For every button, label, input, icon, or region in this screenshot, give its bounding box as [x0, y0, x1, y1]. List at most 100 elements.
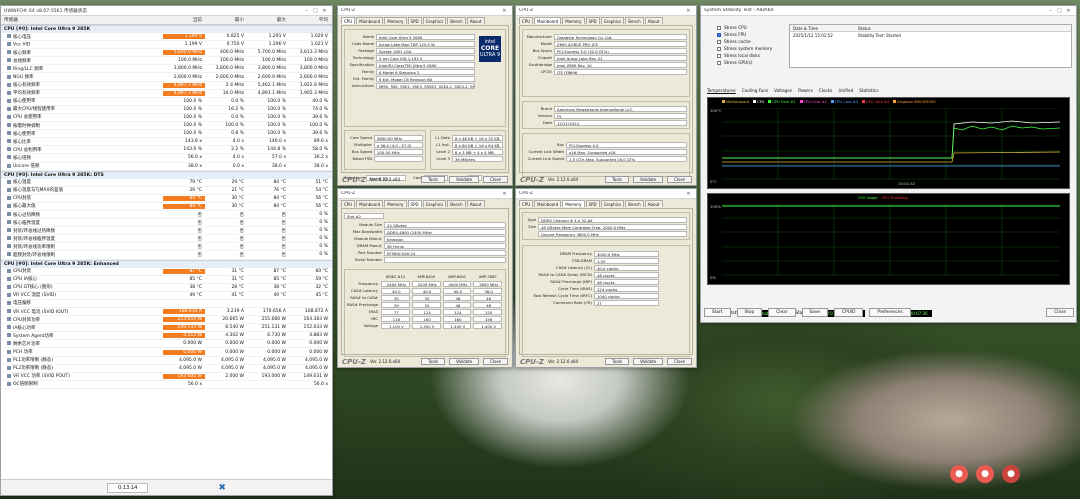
close-button[interactable]: Close: [1046, 307, 1074, 317]
sensor-section-header[interactable]: CPU [#0]: Intel Core Ultra 9 285K: DTS: [1, 170, 332, 179]
tab-spd[interactable]: SPD: [407, 17, 422, 24]
sensor-section-header[interactable]: CPU [#0]: Intel Core Ultra 9 285K: Enhan…: [1, 259, 332, 268]
tab-memory[interactable]: Memory: [562, 17, 585, 24]
sensor-row[interactable]: 核心临界温度 否 否 否 0 %: [1, 219, 332, 228]
legend-item[interactable]: CPU: [753, 100, 764, 104]
legend-item[interactable]: CPU Core #1: [768, 100, 796, 104]
sensor-row[interactable]: 最大CPU/线程使用率 100.0 % 16.2 % 100.0 % 74.0 %: [1, 106, 332, 114]
sensor-row[interactable]: CPU IA核心 85 °C 31 °C 85 °C 59 °C: [1, 276, 332, 284]
validate-button[interactable]: Validate: [448, 358, 480, 365]
stress-option[interactable]: Stress system memory: [717, 45, 787, 52]
tab-spd[interactable]: SPD: [407, 200, 422, 207]
tab-bench[interactable]: Bench: [625, 17, 644, 24]
close-icon[interactable]: ✕: [320, 8, 329, 14]
sensor-section-header[interactable]: CPU [#0]: Intel Core Ultra 9 285K: [1, 25, 332, 33]
legend-checkbox[interactable]: [753, 100, 757, 103]
sensor-row[interactable]: PL2功率限制 (静态) 4,095.0 W 4,095.0 W 4,095.0 W 4…: [1, 365, 332, 373]
column-sensor[interactable]: 传感器: [1, 17, 163, 23]
legend-item[interactable]: Motherboard: [722, 100, 749, 104]
reset-icon[interactable]: ✖: [218, 483, 226, 493]
sensor-row[interactable]: 核心比率 143.6 x 4.0 x 146.0 x 89.6 x: [1, 138, 332, 147]
graph-tab[interactable]: Voltages: [774, 88, 792, 93]
sensor-row[interactable]: Vcc VID 1.199 V 0.750 V 1.296 V 1.021 V: [1, 41, 332, 50]
app-icon[interactable]: ●: [950, 465, 968, 483]
sensor-row[interactable]: VR VCC 功率 (SVID POUT) 193.000 W 2.000 W 193…: [1, 373, 332, 381]
slot-select[interactable]: Slot #2: [344, 212, 384, 219]
sensor-row[interactable]: Uncore 倍频 38.0 x 0.0 x 38.0 x 38.0 x: [1, 163, 332, 171]
validate-button[interactable]: Validate: [448, 176, 480, 183]
sensor-row[interactable]: 封装/环总线功率限制 否 否 否 0 %: [1, 243, 332, 252]
tab-bench[interactable]: Bench: [625, 200, 644, 207]
legend-checkbox[interactable]: [799, 100, 803, 103]
save-button[interactable]: Save: [801, 307, 829, 317]
tab-memory[interactable]: Memory: [384, 200, 407, 207]
sensor-row[interactable]: Ring/LLC 频率 3,800.0 MHz 3,800.0 MHz 3,800.0…: [1, 65, 332, 74]
tools-button[interactable]: Tools: [605, 176, 629, 183]
sensor-row[interactable]: 剩余芯片功率 0.000 W 0.000 W 0.000 W 0.000 W: [1, 340, 332, 349]
sensor-row[interactable]: 超频封装/环总线限制 否 否 否 0 %: [1, 251, 332, 260]
checkbox[interactable]: [717, 25, 721, 30]
tab-graphics[interactable]: Graphics: [600, 17, 625, 24]
sensor-row[interactable]: 核心电压 1.194 V 0.825 V 1.291 V 1.020 V: [1, 33, 332, 42]
tab-about[interactable]: About: [466, 17, 485, 24]
tab-mainboard[interactable]: Mainboard: [356, 17, 384, 24]
sensor-row[interactable]: CPU 总利用率 143.6 % 2.2 % 144.8 % 58.0 %: [1, 146, 332, 155]
tools-button[interactable]: Tools: [421, 358, 445, 365]
sensor-row[interactable]: PL1功率限制 (静态) 4,095.0 W 4,095.0 W 4,095.0 W 4…: [1, 357, 332, 365]
tab-spd[interactable]: SPD: [585, 200, 600, 207]
column-current[interactable]: 当前: [163, 17, 205, 23]
tab-mainboard[interactable]: Mainboard: [534, 200, 562, 207]
tab-bench[interactable]: Bench: [447, 17, 466, 24]
stop-button[interactable]: Stop: [736, 307, 763, 317]
cpuid-button[interactable]: CPUID: [834, 307, 864, 317]
checkbox[interactable]: [717, 46, 721, 51]
tab-about[interactable]: About: [466, 200, 485, 207]
close-button[interactable]: Close: [667, 176, 692, 183]
sensor-row[interactable]: PCH 功率 0.000 W 0.000 W 0.000 W 0.000 W: [1, 348, 332, 357]
sensor-row[interactable]: OC倍频限制 56.0 x 56.0 x: [1, 381, 332, 389]
tab-mainboard[interactable]: Mainboard: [534, 17, 562, 24]
sensor-row[interactable]: 核心温度与TjMAX的差值 26 °C 21 °C 76 °C 54 °C: [1, 187, 332, 195]
graph-tab[interactable]: Unified: [838, 88, 853, 93]
sensor-row[interactable]: 核心使用率 100.0 % 0.0 % 100.0 % 40.0 %: [1, 98, 332, 106]
tab-graphics[interactable]: Graphics: [600, 200, 625, 207]
minimize-icon[interactable]: –: [1046, 8, 1055, 14]
sensor-row[interactable]: 核心温度 79 °C 29 °C 84 °C 51 °C: [1, 179, 332, 187]
tab-graphics[interactable]: Graphics: [422, 200, 447, 207]
graph-tab[interactable]: Temperatures: [707, 88, 736, 93]
checkbox[interactable]: [717, 53, 721, 58]
tab-spd[interactable]: SPD: [585, 17, 600, 24]
close-icon[interactable]: ✕: [684, 8, 693, 14]
close-icon[interactable]: ✕: [1064, 8, 1073, 14]
start-button[interactable]: Start: [704, 307, 731, 317]
tab-memory[interactable]: Memory: [562, 200, 585, 207]
close-button[interactable]: Close: [483, 176, 508, 183]
tab-mainboard[interactable]: Mainboard: [356, 200, 384, 207]
close-icon[interactable]: ✕: [500, 191, 509, 197]
tab-memory[interactable]: Memory: [384, 17, 407, 24]
sensor-row[interactable]: CPU封装 87 °C 31 °C 87 °C 60 °C: [1, 268, 332, 276]
validate-button[interactable]: Validate: [632, 176, 664, 183]
tab-cpu[interactable]: CPU: [341, 200, 356, 207]
stress-option[interactable]: Stress cache: [717, 38, 787, 45]
legend-item[interactable]: CPU Core #2: [799, 100, 827, 104]
app-icon[interactable]: ●: [1002, 465, 1020, 483]
graph-tab[interactable]: Clocks: [819, 88, 833, 93]
tab-about[interactable]: About: [644, 17, 663, 24]
sensor-row[interactable]: IA核心功率 249.733 W 8.540 W 251.131 W 152.033 W: [1, 324, 332, 333]
sensor-row[interactable]: VR VCC 电流 (SVID IOUT) 168.410 A 3.219 A 170…: [1, 308, 332, 317]
sensor-row[interactable]: 核心倍频 56.0 x 4.0 x 57.0 x 36.2 x: [1, 154, 332, 163]
sensor-row[interactable]: 封装/环总线临界温度 否 否 否 0 %: [1, 235, 332, 244]
sensor-row[interactable]: 核心有效频率 4,867.7 MHz 2.4 MHz 5,462.1 MHz 1,922…: [1, 82, 332, 90]
sensor-row[interactable]: 按需时钟调制 100.0 % 100.0 % 100.0 % 100.0 %: [1, 122, 332, 131]
maximize-icon[interactable]: □: [1055, 8, 1064, 14]
graph-tab[interactable]: Powers: [798, 88, 813, 93]
sensor-row[interactable]: 核心使用率 100.0 % 0.8 % 100.0 % 39.6 %: [1, 130, 332, 139]
stress-option[interactable]: Stress FPU: [717, 31, 787, 38]
column-max[interactable]: 最大: [247, 17, 289, 23]
sensor-row[interactable]: 核心最大值 84 °C 30 °C 84 °C 56 °C: [1, 203, 332, 211]
sensor-row[interactable]: CPU GT核心 (图形) 38 °C 28 °C 38 °C 32 °C: [1, 284, 332, 292]
app-icon[interactable]: ●: [976, 465, 994, 483]
clear-button[interactable]: Clear: [768, 307, 796, 317]
sensor-row[interactable]: CPU 总使用率 100.0 % 0.0 % 100.0 % 39.6 %: [1, 114, 332, 123]
